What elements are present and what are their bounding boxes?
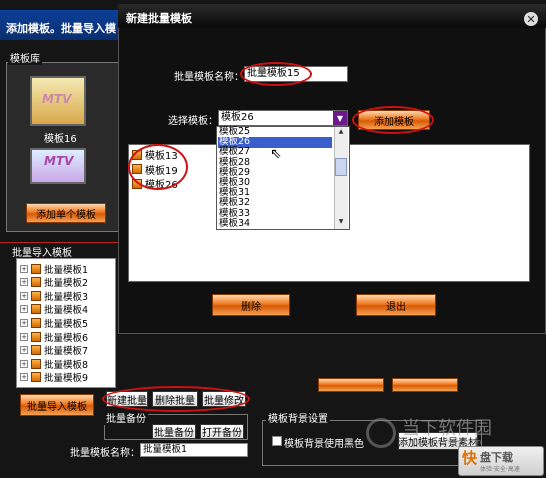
tree-item[interactable]: + 批量模板4 bbox=[20, 303, 88, 316]
watermark-badge-char: 快 bbox=[462, 449, 478, 467]
obscured-button[interactable] bbox=[392, 378, 458, 392]
tree-item-label: 批量模板8 bbox=[44, 359, 89, 371]
batch-backup-button[interactable]: 批量备份 bbox=[152, 424, 196, 439]
dropdown-scrollbar[interactable] bbox=[334, 127, 348, 229]
annotation-oval bbox=[128, 144, 188, 190]
template-icon bbox=[31, 317, 41, 328]
batch-import-button[interactable]: 批量导入模板 bbox=[20, 394, 94, 416]
tree-item[interactable]: + 批量模板2 bbox=[20, 276, 88, 289]
watermark-subtext: www.downxia.com bbox=[402, 438, 483, 446]
template-icon bbox=[31, 372, 41, 383]
template-thumbnail[interactable]: MTV bbox=[30, 76, 86, 126]
template-icon bbox=[31, 263, 41, 274]
tree-item[interactable]: + 批量模板5 bbox=[20, 316, 89, 330]
tree-item[interactable]: + 批量模板7 bbox=[20, 344, 88, 357]
expand-icon[interactable]: + bbox=[20, 291, 28, 300]
obscured-button[interactable] bbox=[318, 378, 384, 392]
close-icon[interactable]: ✕ bbox=[524, 12, 538, 26]
batch-backup-label: 批量备份 bbox=[104, 410, 148, 425]
expand-icon[interactable]: + bbox=[20, 278, 28, 287]
dropdown-option[interactable]: 模板34 bbox=[218, 218, 332, 230]
expand-icon[interactable]: + bbox=[20, 359, 28, 368]
mouse-cursor-icon: ⇖ bbox=[270, 146, 282, 162]
template-thumbnail-caption: 模板16 bbox=[44, 134, 77, 145]
annotation-oval bbox=[352, 106, 434, 134]
tree-item[interactable]: + 批量模板1 bbox=[20, 262, 89, 276]
tree-item-label: 批量模板5 bbox=[44, 318, 89, 330]
tree-item[interactable]: + 批量模板9 bbox=[20, 371, 88, 384]
watermark-badge-text: 盘下载 bbox=[480, 451, 513, 464]
watermark-text: 当下软件园 bbox=[402, 418, 492, 439]
tree-item-label: 批量模板2 bbox=[44, 278, 89, 290]
template-library-label: 模板库 bbox=[8, 50, 42, 65]
annotation-oval bbox=[240, 62, 312, 86]
delete-button[interactable]: 删除 bbox=[212, 294, 290, 316]
tree-item[interactable]: + 批量模板3 bbox=[20, 289, 89, 303]
tree-item-label: 批量模板1 bbox=[44, 264, 89, 276]
scroll-down-icon[interactable]: ▼ bbox=[335, 218, 347, 228]
tree-item-label: 批量模板6 bbox=[44, 332, 89, 344]
dialog-title: 新建批量模板 bbox=[126, 12, 192, 25]
annotation-oval bbox=[102, 386, 250, 412]
tree-item[interactable]: + 批量模板6 bbox=[20, 330, 89, 344]
scroll-up-icon[interactable]: ▲ bbox=[335, 128, 347, 138]
expand-icon[interactable]: + bbox=[20, 264, 28, 273]
expand-icon[interactable]: + bbox=[20, 373, 28, 382]
template-icon bbox=[31, 290, 41, 301]
template-icon bbox=[31, 345, 41, 356]
background-window-title: 添加模板。批量导入模 bbox=[6, 22, 116, 35]
black-background-checkbox-label: 模板背景使用黑色 bbox=[284, 439, 364, 450]
thumbnail-tag: MTV bbox=[42, 92, 72, 106]
template-thumbnail-2[interactable]: MTV bbox=[30, 148, 86, 184]
batch-import-label: 批量导入模板 bbox=[12, 248, 72, 259]
chevron-down-icon[interactable]: ▼ bbox=[333, 111, 347, 125]
thumbnail-tag: MTV bbox=[44, 154, 74, 168]
expand-icon[interactable]: + bbox=[20, 318, 28, 327]
watermark-badge-subtext: 体验·安全·高速 bbox=[480, 466, 520, 473]
batch-template-name-label: 批量模板名称： bbox=[174, 72, 244, 83]
expand-icon[interactable]: + bbox=[20, 305, 28, 314]
scrollbar-thumb[interactable] bbox=[335, 158, 347, 176]
tree-item-label: 批量模板9 bbox=[44, 373, 89, 385]
tree-item-label: 批量模板3 bbox=[44, 291, 89, 303]
background-settings-label: 模板背景设置 bbox=[266, 410, 330, 425]
tree-item-label: 批量模板7 bbox=[44, 346, 89, 358]
exit-button[interactable]: 退出 bbox=[356, 294, 436, 316]
select-template-label: 选择模板： bbox=[168, 116, 218, 127]
tree-item-label: 批量模板4 bbox=[44, 305, 89, 317]
open-backup-button[interactable]: 打开备份 bbox=[200, 424, 244, 439]
template-select[interactable]: 模板26 bbox=[218, 110, 348, 126]
batch-name-field[interactable]: 批量模板1 bbox=[140, 443, 248, 457]
tree-item[interactable]: + 批量模板8 bbox=[20, 357, 89, 371]
batch-name-label: 批量模板名称： bbox=[70, 448, 140, 459]
template-icon bbox=[31, 304, 41, 315]
black-background-checkbox[interactable] bbox=[272, 436, 282, 446]
add-single-template-button[interactable]: 添加单个模板 bbox=[26, 203, 106, 223]
expand-icon[interactable]: + bbox=[20, 346, 28, 355]
expand-icon[interactable]: + bbox=[20, 332, 28, 341]
watermark-logo bbox=[366, 418, 396, 448]
template-icon bbox=[31, 331, 41, 342]
template-icon bbox=[31, 358, 41, 369]
template-icon bbox=[31, 277, 41, 288]
